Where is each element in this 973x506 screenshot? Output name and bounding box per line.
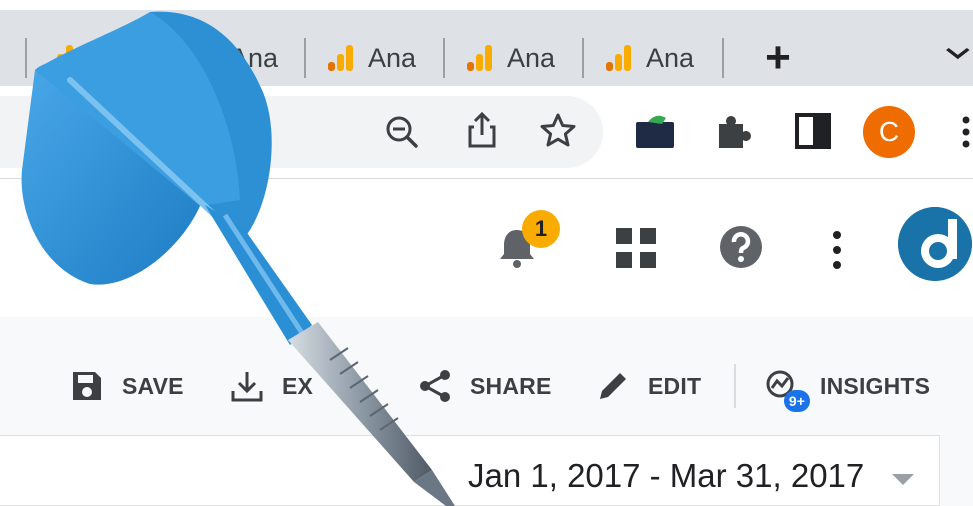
tab-separator <box>722 38 724 78</box>
profile-avatar[interactable]: C <box>863 106 915 158</box>
browser-toolbar: C <box>0 86 973 179</box>
tab-strip: An Ana Ana Ana Ana + <box>0 0 973 86</box>
tab-search-chevron-icon[interactable] <box>944 40 973 70</box>
date-range-picker[interactable]: Jan 1, 2017 - Mar 31, 2017 <box>468 457 864 495</box>
extension-folder-icon[interactable] <box>634 112 674 152</box>
google-analytics-icon <box>190 45 216 71</box>
google-analytics-icon <box>328 45 354 71</box>
insights-badge: 9+ <box>784 390 810 412</box>
download-icon <box>231 372 263 402</box>
side-panel-icon[interactable] <box>794 112 834 152</box>
insights-label: INSIGHTS <box>820 372 931 399</box>
profile-initial: C <box>863 106 915 158</box>
tab-separator <box>166 38 168 78</box>
tab-title: Ana <box>368 42 417 73</box>
share-button[interactable]: SHARE <box>418 358 552 414</box>
more-vert-icon[interactable] <box>828 228 846 272</box>
browser-tab[interactable]: Ana <box>582 32 724 84</box>
share-icon <box>420 370 450 402</box>
browser-tab[interactable]: Ana <box>443 32 571 84</box>
tab-separator <box>443 38 445 78</box>
apps-grid-icon[interactable] <box>614 226 658 270</box>
notification-count-badge: 1 <box>522 210 560 248</box>
google-analytics-icon <box>48 45 74 71</box>
save-label: SAVE <box>122 372 184 399</box>
google-analytics-icon <box>606 45 632 71</box>
edit-label: EDIT <box>648 372 702 399</box>
insights-button[interactable]: 9+ INSIGHTS <box>764 358 930 414</box>
tab-title: Ana <box>230 42 279 73</box>
google-analytics-icon <box>467 45 493 71</box>
tab-title: Ana <box>646 42 695 73</box>
puzzle-icon[interactable] <box>714 112 754 152</box>
tab-title: Ana <box>507 42 556 73</box>
browser-menu-icon[interactable] <box>958 112 973 152</box>
browser-tab[interactable]: Ana <box>304 32 432 84</box>
save-icon <box>73 372 101 400</box>
tab-separator <box>25 38 27 78</box>
share-page-icon[interactable] <box>462 110 502 150</box>
browser-tab[interactable]: Ana <box>166 32 294 84</box>
tab-separator <box>582 38 584 78</box>
tab-title: An <box>88 42 122 73</box>
tab-separator <box>304 38 306 78</box>
new-tab-button[interactable]: + <box>756 36 800 80</box>
pencil-icon <box>600 373 626 399</box>
bookmark-star-icon[interactable] <box>538 111 578 151</box>
browser-tab[interactable]: An <box>0 32 152 84</box>
edit-button[interactable]: EDIT <box>596 358 701 414</box>
date-dropdown-arrow-icon[interactable] <box>892 474 914 485</box>
help-icon[interactable] <box>718 224 764 270</box>
save-button[interactable]: SAVE <box>70 358 184 414</box>
export-button[interactable]: EX <box>230 358 313 414</box>
account-logo-icon <box>898 207 972 281</box>
zoom-out-icon[interactable] <box>382 112 422 152</box>
insights-icon: 9+ <box>764 366 810 412</box>
toolbar-divider <box>734 364 736 408</box>
export-label: EX <box>282 372 314 399</box>
account-avatar[interactable] <box>898 207 972 281</box>
address-bar[interactable] <box>0 96 603 168</box>
share-label: SHARE <box>470 372 552 399</box>
